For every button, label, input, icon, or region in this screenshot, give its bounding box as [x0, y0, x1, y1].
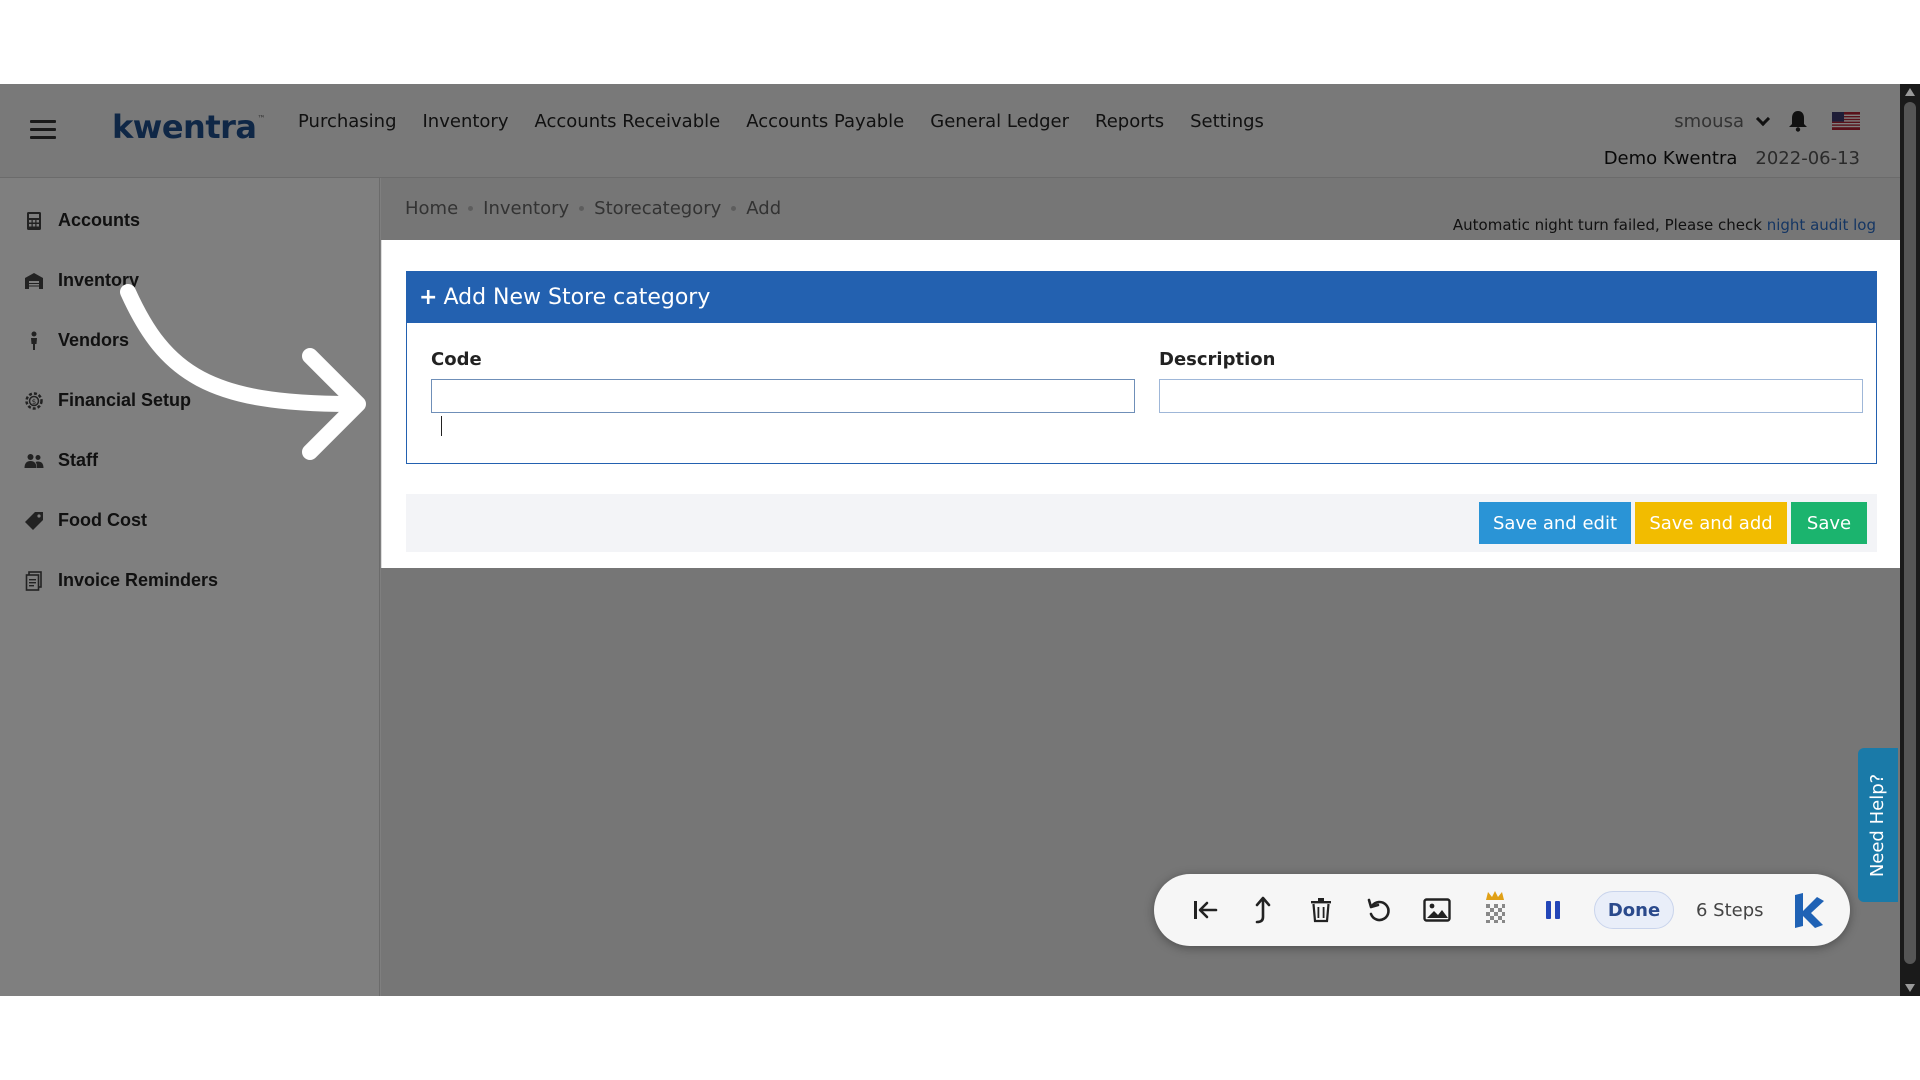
step-count: 6 Steps	[1696, 899, 1764, 921]
recorder-toolbar: Done 6 Steps	[1154, 874, 1850, 946]
nav-accounts-receivable[interactable]: Accounts Receivable	[534, 111, 720, 132]
breadcrumb-separator	[468, 206, 474, 211]
nav-inventory[interactable]: Inventory	[423, 111, 509, 132]
nav-purchasing[interactable]: Purchasing	[298, 111, 397, 132]
sidebar-item-label: Accounts	[58, 210, 141, 230]
svg-text:$: $	[32, 398, 36, 406]
breadcrumb-separator	[579, 206, 585, 211]
upload-arrow-icon[interactable]	[1246, 893, 1280, 927]
save-and-add-button[interactable]: Save and add	[1635, 502, 1787, 544]
trash-icon[interactable]	[1304, 893, 1338, 927]
person-icon	[24, 331, 44, 351]
document-icon	[24, 570, 44, 591]
sidebar-item-label: Invoice Reminders	[58, 570, 219, 590]
kwentra-logo[interactable]: kwentra™	[112, 108, 265, 146]
done-button[interactable]: Done	[1594, 891, 1674, 929]
sidebar-item-vendors[interactable]: Vendors	[24, 330, 129, 351]
panel-title: Add New Store category	[443, 285, 711, 310]
scroll-up-icon[interactable]	[1905, 88, 1915, 96]
form-actions: Save and edit Save and add Save	[406, 494, 1877, 552]
save-button[interactable]: Save	[1791, 502, 1867, 544]
bell-icon[interactable]	[1788, 110, 1808, 132]
night-audit-log-link[interactable]: night audit log	[1767, 216, 1876, 234]
need-help-label: Need Help?	[1867, 773, 1889, 877]
need-help-tab[interactable]: Need Help?	[1858, 748, 1898, 902]
save-and-edit-button[interactable]: Save and edit	[1479, 502, 1631, 544]
sidebar-item-label: Staff	[58, 450, 98, 470]
scroll-down-icon[interactable]	[1905, 984, 1915, 992]
sidebar-item-financial-setup[interactable]: $ Financial Setup	[24, 390, 191, 411]
scroll-thumb[interactable]	[1904, 102, 1916, 964]
nav-accounts-payable[interactable]: Accounts Payable	[746, 111, 904, 132]
breadcrumb-storecategory[interactable]: Storecategory	[594, 198, 721, 219]
users-icon	[24, 451, 44, 471]
recorder-logo-icon[interactable]	[1790, 891, 1828, 929]
us-flag-icon[interactable]	[1832, 112, 1860, 130]
menu-icon[interactable]	[30, 120, 56, 140]
breadcrumb-separator	[731, 206, 737, 211]
code-label: Code	[431, 349, 482, 370]
sidebar-item-label: Vendors	[58, 330, 130, 350]
breadcrumb-add: Add	[746, 198, 782, 219]
blur-crown-icon[interactable]	[1478, 891, 1512, 927]
page-scrollbar[interactable]	[1900, 84, 1920, 996]
username[interactable]: smousa	[1674, 111, 1744, 132]
breadcrumb: Home Inventory Storecategory Add	[405, 198, 781, 219]
nav-settings[interactable]: Settings	[1190, 111, 1264, 132]
form-card: + Add New Store category Code Descriptio…	[381, 240, 1900, 568]
panel-header: + Add New Store category	[407, 272, 1876, 323]
warehouse-icon	[24, 271, 44, 291]
image-icon[interactable]	[1420, 893, 1454, 927]
company-row: Demo Kwentra 2022-06-13	[1604, 148, 1860, 169]
sidebar-item-label: Inventory	[58, 270, 140, 290]
top-header: kwentra™ Purchasing Inventory Accounts R…	[0, 84, 1900, 178]
plus-icon: +	[419, 285, 438, 310]
nav-general-ledger[interactable]: General Ledger	[930, 111, 1069, 132]
chevron-down-icon[interactable]	[1755, 111, 1771, 127]
nav-reports[interactable]: Reports	[1095, 111, 1164, 132]
text-cursor	[441, 416, 442, 436]
breadcrumb-home[interactable]: Home	[405, 198, 458, 219]
pause-icon[interactable]	[1536, 893, 1570, 927]
calculator-icon	[24, 211, 44, 231]
tag-icon	[24, 511, 44, 531]
sidebar-item-invoice-reminders[interactable]: Invoice Reminders	[24, 570, 218, 591]
app-frame: kwentra™ Purchasing Inventory Accounts R…	[0, 84, 1920, 996]
undo-icon[interactable]	[1362, 893, 1396, 927]
company-name: Demo Kwentra	[1603, 148, 1738, 169]
current-date: 2022-06-13	[1755, 148, 1860, 169]
sidebar-item-inventory[interactable]: Inventory	[24, 270, 139, 291]
first-step-icon[interactable]	[1188, 893, 1222, 927]
user-area: smousa	[1674, 110, 1860, 132]
sidebar: Accounts Inventory Vendors $ Financial S…	[0, 178, 380, 996]
notice-text: Automatic night turn failed, Please chec…	[1452, 216, 1767, 234]
store-category-panel: + Add New Store category Code Descriptio…	[406, 271, 1877, 464]
top-nav: Purchasing Inventory Accounts Receivable…	[298, 111, 1264, 132]
code-input[interactable]	[431, 379, 1135, 413]
description-label: Description	[1159, 349, 1276, 370]
sidebar-item-food-cost[interactable]: Food Cost	[24, 510, 147, 531]
sidebar-item-label: Food Cost	[58, 510, 147, 530]
sidebar-item-staff[interactable]: Staff	[24, 450, 98, 471]
description-input[interactable]	[1159, 379, 1863, 413]
night-audit-notice: Automatic night turn failed, Please chec…	[1453, 216, 1876, 234]
sidebar-item-label: Financial Setup	[58, 390, 192, 410]
gear-icon: $	[24, 391, 44, 411]
sidebar-item-accounts[interactable]: Accounts	[24, 210, 140, 231]
breadcrumb-inventory[interactable]: Inventory	[483, 198, 569, 219]
